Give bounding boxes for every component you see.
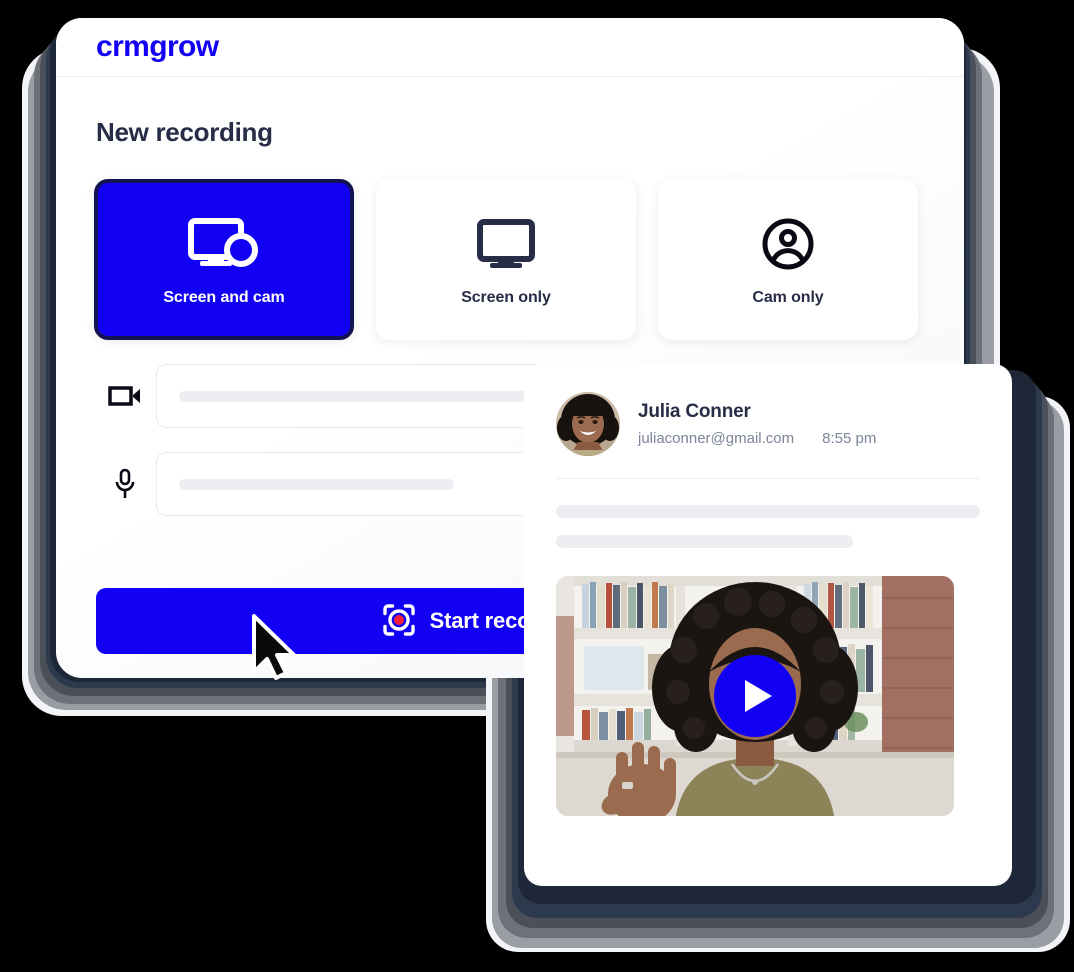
panel-header: crmgrow xyxy=(56,18,964,77)
sender-email: juliaconner@gmail.com xyxy=(638,430,795,447)
mode-card-screen-and-cam[interactable]: Screen and cam xyxy=(94,179,354,340)
message-preview-card: Julia Conner juliaconner@gmail.com 8:55 … xyxy=(524,364,1012,886)
mode-label: Screen only xyxy=(461,288,551,306)
video-thumbnail[interactable] xyxy=(556,576,954,816)
record-icon xyxy=(382,603,416,640)
sender-name: Julia Conner xyxy=(638,401,751,422)
microphone-icon xyxy=(94,468,156,500)
screen-and-cam-icon xyxy=(188,213,260,275)
message-time: 8:55 pm xyxy=(822,430,877,447)
account-circle-icon xyxy=(761,213,815,275)
mode-label: Cam only xyxy=(752,288,824,306)
play-triangle-icon xyxy=(231,39,239,49)
mode-label: Screen and cam xyxy=(163,288,285,306)
microphone-value-skeleton xyxy=(179,478,455,490)
play-button[interactable] xyxy=(714,655,796,737)
page-title: New recording xyxy=(96,117,273,147)
avatar xyxy=(556,392,620,456)
mode-card-cam-only[interactable]: Cam only xyxy=(658,179,918,340)
message-body-skeleton xyxy=(556,505,980,548)
sender-meta: Julia Conner juliaconner@gmail.com 8:55 … xyxy=(638,401,980,447)
recording-mode-group: Screen and cam Screen only Cam only xyxy=(94,179,964,340)
crmgrow-logo[interactable]: crmgrow xyxy=(96,30,239,64)
sender-subrow: juliaconner@gmail.com 8:55 pm xyxy=(638,430,980,447)
play-icon xyxy=(745,680,772,712)
divider xyxy=(556,478,980,479)
monitor-icon xyxy=(476,213,536,275)
mode-card-screen-only[interactable]: Screen only xyxy=(376,179,636,340)
message-line-1 xyxy=(556,505,980,518)
video-camera-icon xyxy=(94,384,156,408)
message-card-body: Julia Conner juliaconner@gmail.com 8:55 … xyxy=(524,364,1012,816)
logo-text: crmgrow xyxy=(96,30,219,63)
message-line-2 xyxy=(556,535,853,548)
message-sender-header: Julia Conner juliaconner@gmail.com 8:55 … xyxy=(556,392,980,456)
screenshot-root: crmgrow New recording Screen and cam Scr… xyxy=(0,0,1074,972)
